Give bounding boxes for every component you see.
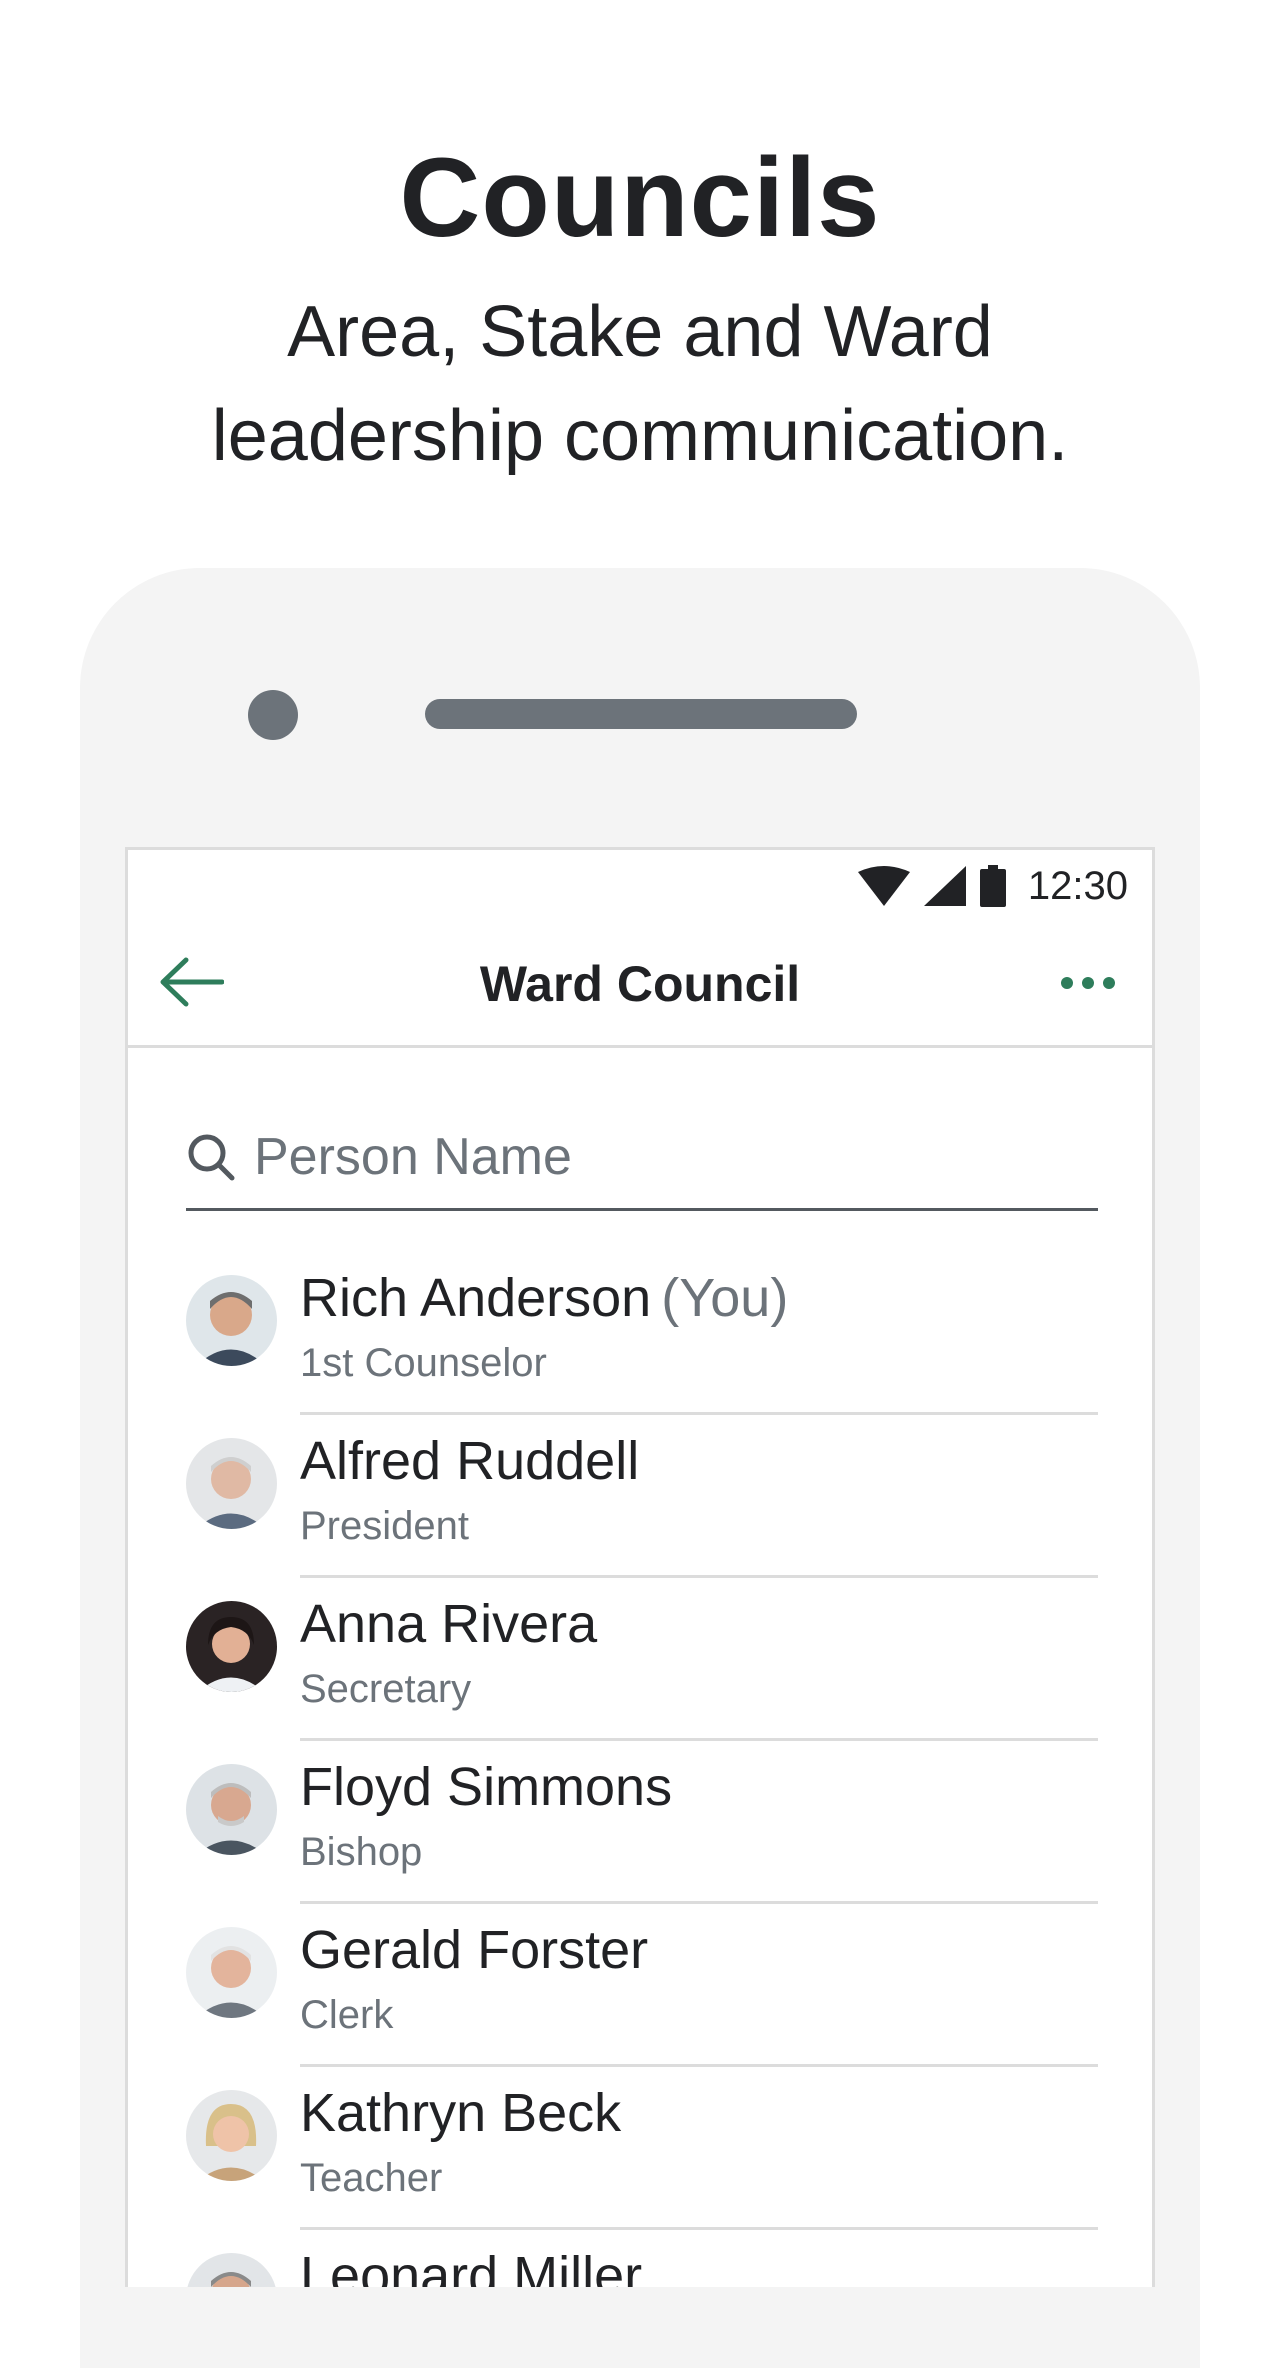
member-text: Kathryn Beck Teacher [300, 2067, 1098, 2230]
you-label: (You) [661, 1268, 789, 1328]
member-row-rich-anderson[interactable]: Rich Anderson (You) 1st Counselor [186, 1252, 1098, 1415]
avatar [186, 2090, 277, 2181]
phone-screen: 12:30 Ward Council Person Name Rich Ande… [125, 847, 1155, 2287]
app-bar: Ward Council [128, 920, 1152, 1048]
camera-icon [248, 690, 298, 740]
member-text: Anna Rivera Secretary [300, 1578, 1098, 1741]
member-name: Kathryn Beck [300, 2083, 622, 2143]
search-field[interactable] [186, 1105, 1098, 1211]
status-icons: 12:30 [857, 862, 1128, 910]
status-bar: 12:30 [128, 850, 1152, 920]
promo-title: Councils [399, 135, 881, 260]
member-row-floyd-simmons[interactable]: Floyd Simmons Bishop [186, 1741, 1098, 1904]
promo-subtitle-line-1: Area, Stake and Ward [287, 292, 993, 372]
search-icon [188, 1134, 235, 1180]
battery-icon [979, 865, 1006, 907]
page-title: Ward Council [479, 956, 801, 1012]
member-row-alfred-ruddell[interactable]: Alfred Ruddell President [186, 1415, 1098, 1578]
avatar [186, 1601, 277, 1692]
member-text: Alfred Ruddell President [300, 1415, 1098, 1578]
member-role: Teacher [300, 2156, 443, 2200]
search-input[interactable] [254, 1126, 1074, 1187]
member-row-gerald-forster[interactable]: Gerald Forster Clerk [186, 1904, 1098, 2067]
member-role: 1st Counselor [300, 1341, 547, 1385]
member-row-anna-rivera[interactable]: Anna Rivera Secretary [186, 1578, 1098, 1741]
member-role: Clerk [300, 1993, 394, 2037]
speaker-grille [425, 699, 857, 729]
member-text: Floyd Simmons Bishop [300, 1741, 1098, 1904]
status-time: 12:30 [1027, 863, 1128, 908]
promo-subtitle-line-2: leadership communication. [211, 396, 1069, 476]
avatar [186, 1927, 277, 2018]
member-text: Rich Anderson (You) 1st Counselor [300, 1252, 1098, 1415]
back-button[interactable] [156, 952, 226, 1012]
cell-signal-icon [923, 866, 966, 906]
member-row-leonard-miller[interactable]: Leonard Miller [186, 2230, 1098, 2287]
promo-subtitle: Area, Stake and Ward leadership communic… [0, 280, 1280, 488]
member-name: Gerald Forster [300, 1920, 649, 1980]
more-options-button[interactable] [1058, 960, 1118, 1006]
member-text: Gerald Forster Clerk [300, 1904, 1098, 2067]
member-name: Leonard Miller [300, 2246, 643, 2287]
member-name: Alfred Ruddell [300, 1431, 640, 1491]
member-list: Rich Anderson (You) 1st Counselor Alfred … [186, 1252, 1098, 2287]
member-row-kathryn-beck[interactable]: Kathryn Beck Teacher [186, 2067, 1098, 2230]
member-name: Floyd Simmons [300, 1757, 673, 1817]
wifi-icon [857, 866, 910, 906]
member-name: Rich Anderson [300, 1268, 652, 1328]
avatar [186, 1764, 277, 1855]
more-horizontal-icon [1061, 977, 1115, 989]
member-name: Anna Rivera [300, 1594, 598, 1654]
avatar [186, 1275, 277, 1366]
member-text: Leonard Miller [300, 2230, 1098, 2287]
member-role: Secretary [300, 1667, 472, 1711]
avatar [186, 1438, 277, 1529]
member-role: Bishop [300, 1830, 423, 1874]
arrow-left-icon [160, 957, 224, 1007]
member-role: President [300, 1504, 469, 1548]
avatar [186, 2253, 277, 2287]
